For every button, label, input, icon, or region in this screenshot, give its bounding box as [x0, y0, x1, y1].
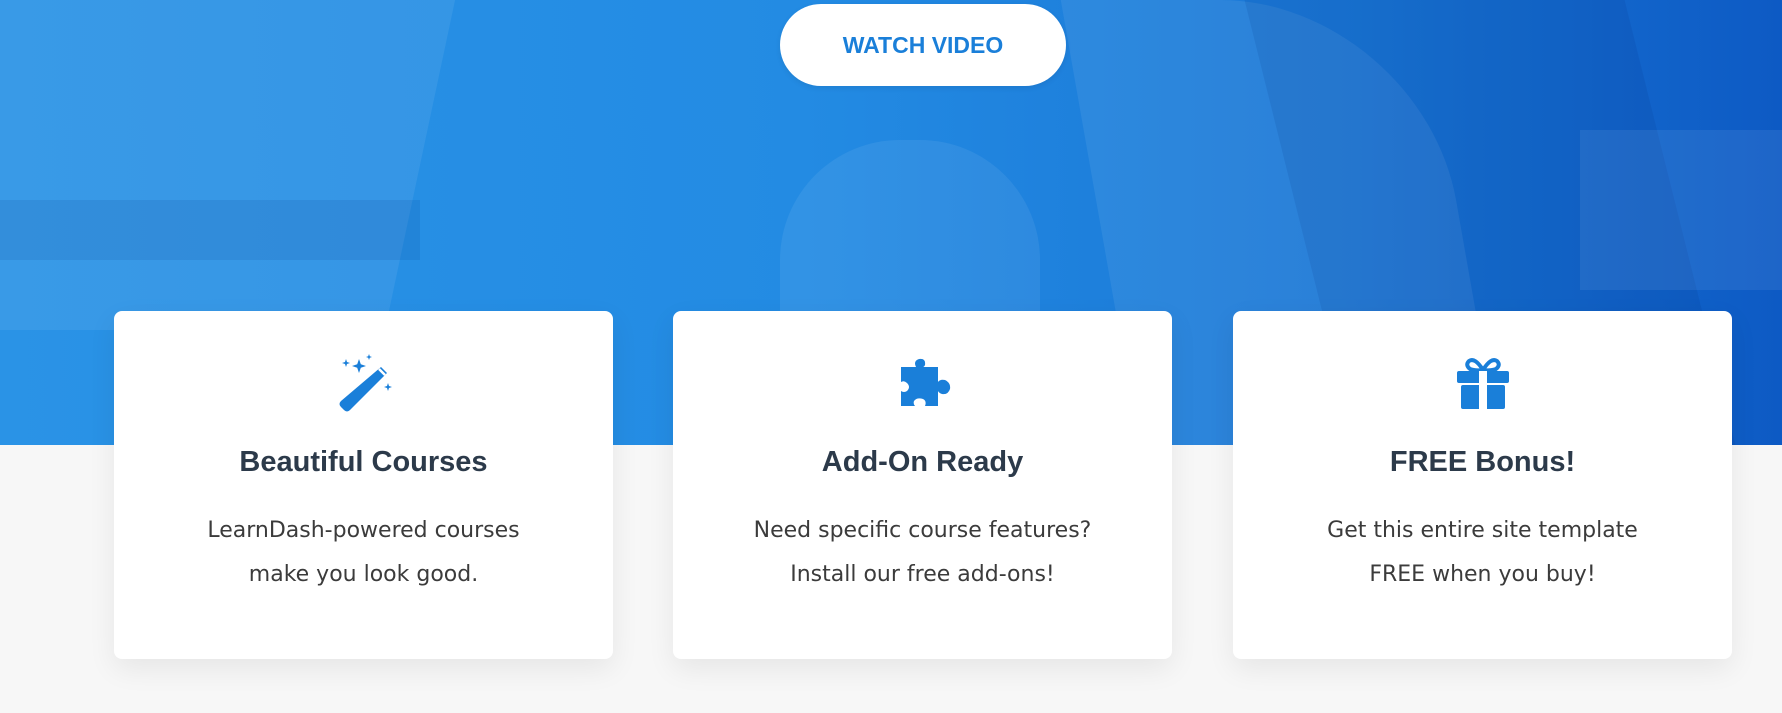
puzzle-piece-icon [893, 353, 953, 413]
feature-card-free-bonus: FREE Bonus! Get this entire site templat… [1233, 311, 1732, 659]
feature-description: Need specific course features? Install o… [703, 509, 1142, 597]
hero-background-shape [1580, 130, 1782, 290]
watch-video-button[interactable]: WATCH VIDEO [780, 4, 1066, 86]
feature-description-line: Get this entire site template [1327, 518, 1638, 543]
hero-background-shape [0, 0, 456, 330]
feature-description-line: LearnDash-powered courses [207, 518, 520, 543]
feature-description-line: FREE when you buy! [1369, 562, 1596, 587]
feature-card-add-on-ready: Add-On Ready Need specific course featur… [673, 311, 1172, 659]
magic-wand-icon [334, 353, 394, 413]
hero-background-shape [0, 200, 420, 260]
gift-icon [1453, 353, 1513, 413]
feature-title: Beautiful Courses [239, 446, 488, 478]
feature-description: LearnDash-powered courses make you look … [144, 509, 583, 597]
feature-title: FREE Bonus! [1389, 446, 1576, 478]
feature-description-line: Install our free add-ons! [790, 562, 1055, 587]
feature-description-line: Need specific course features? [753, 518, 1092, 543]
feature-card-beautiful-courses: Beautiful Courses LearnDash-powered cour… [114, 311, 613, 659]
feature-description-line: make you look good. [248, 562, 479, 587]
feature-title: Add-On Ready [821, 446, 1024, 478]
feature-description: Get this entire site template FREE when … [1263, 509, 1702, 597]
